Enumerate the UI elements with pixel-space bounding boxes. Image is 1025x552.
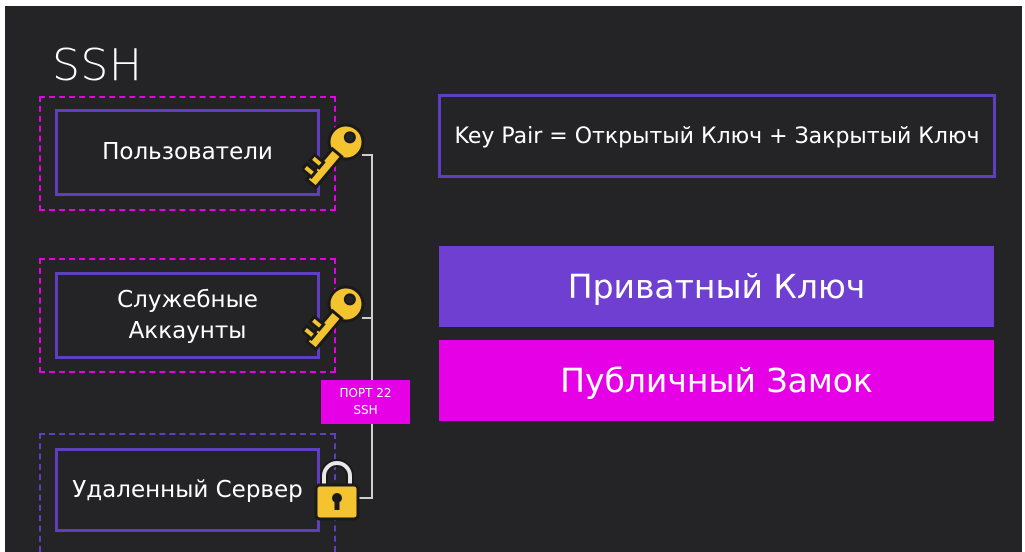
- slide: SSH Пользователи Служебные Аккаунты Удал…: [5, 6, 1022, 552]
- port-badge: ПОРТ 22 SSH: [321, 380, 410, 424]
- port-badge-line1: ПОРТ 22: [339, 386, 392, 400]
- port-badge-line2: SSH: [353, 403, 378, 417]
- key-pair-box: Key Pair = Открытый Ключ + Закрытый Ключ: [438, 94, 996, 178]
- key-pair-text: Key Pair = Открытый Ключ + Закрытый Ключ: [454, 123, 980, 149]
- key-icon: [302, 285, 365, 352]
- private-key-label: Приватный Ключ: [567, 267, 866, 306]
- public-lock-label: Публичный Замок: [560, 361, 873, 400]
- public-lock-band: Публичный Замок: [439, 340, 994, 421]
- private-key-band: Приватный Ключ: [439, 246, 994, 327]
- key-icon: [302, 123, 365, 190]
- padlock-icon: [314, 459, 360, 521]
